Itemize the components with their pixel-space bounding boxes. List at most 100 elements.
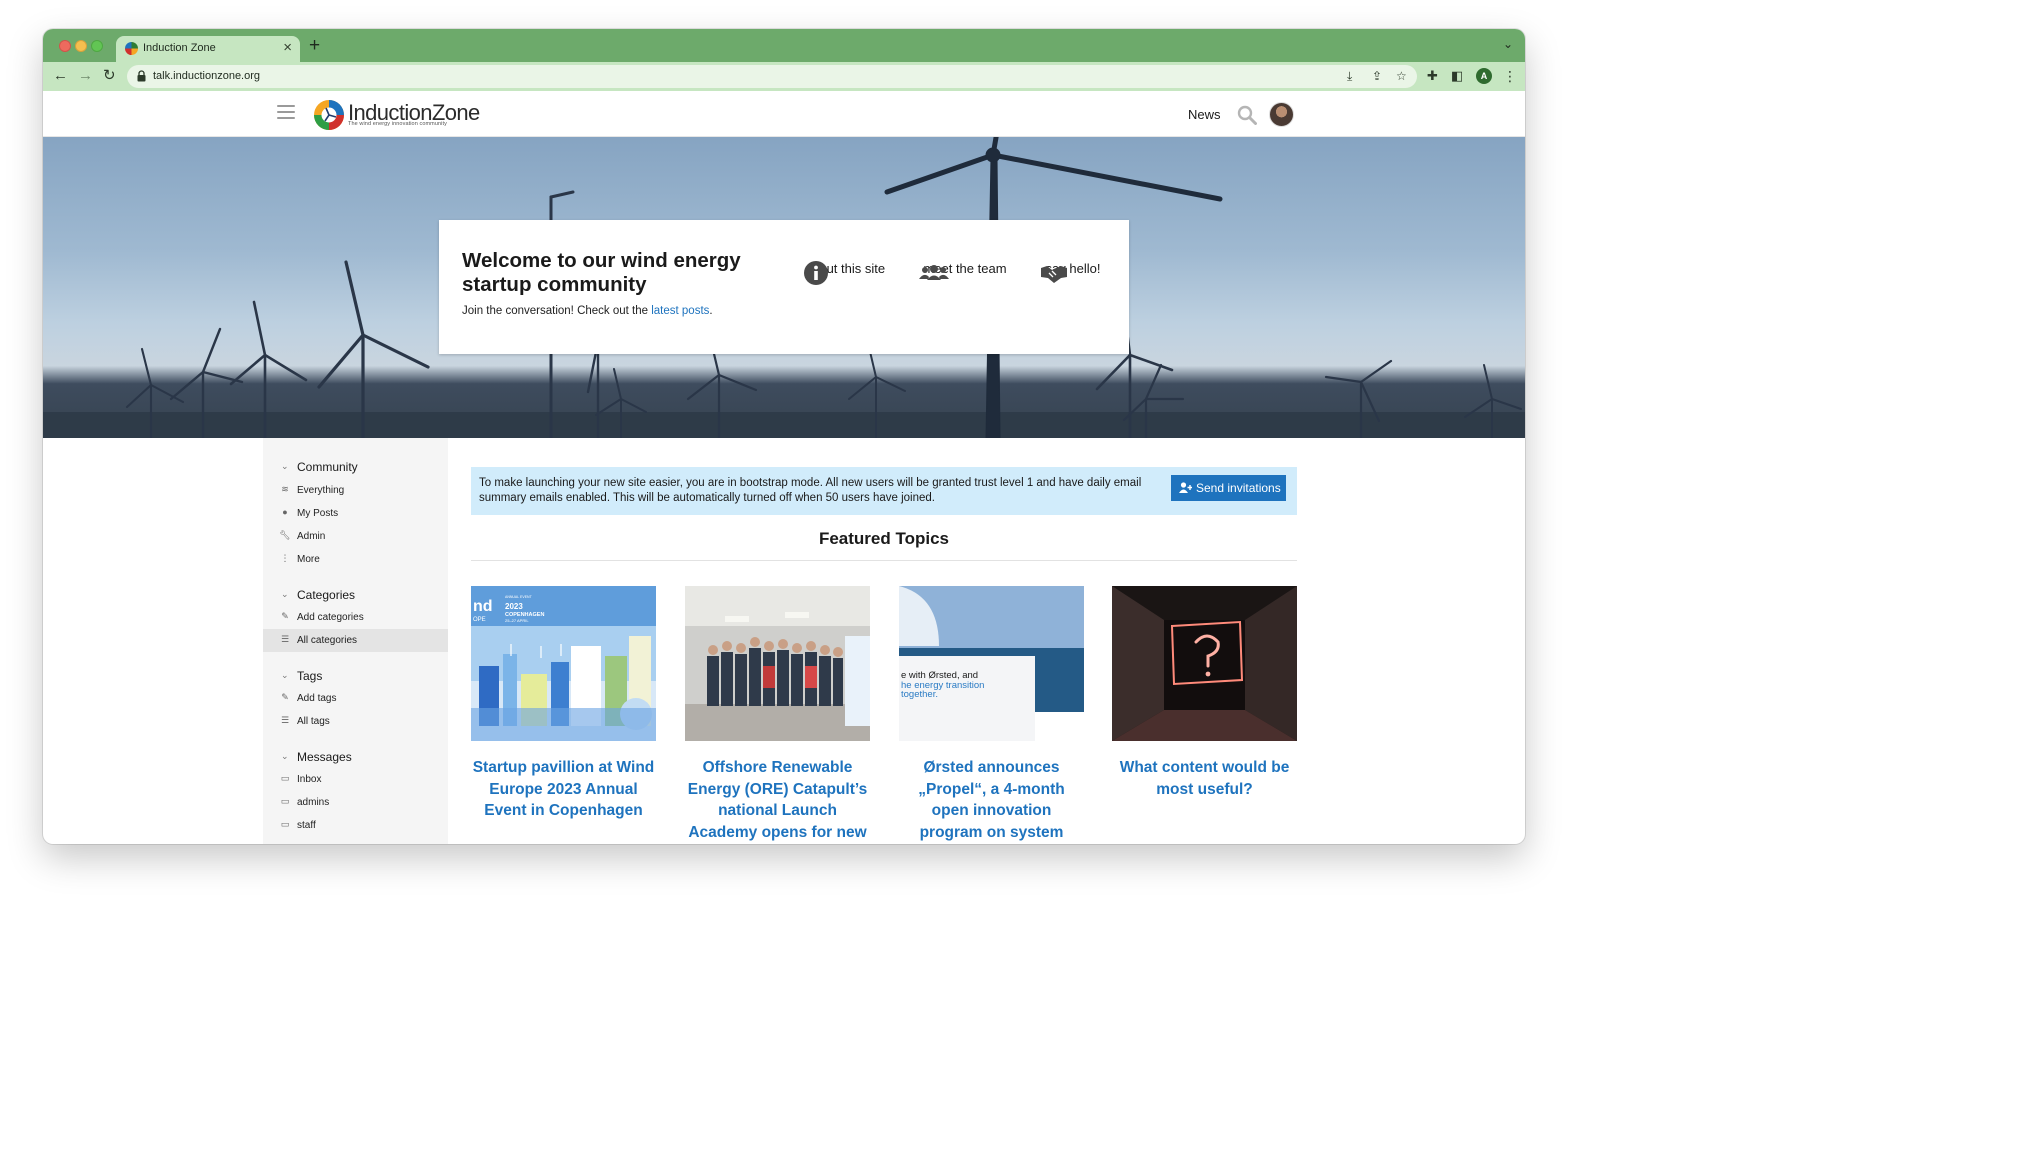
share-icon[interactable]: ⇪ [1372, 68, 1382, 84]
welcome-subtitle: Join the conversation! Check out the lat… [462, 305, 713, 317]
sidebar-section-title: Tags [297, 669, 323, 683]
user-plus-icon [1179, 482, 1192, 493]
sidebar-item-label: My Posts [297, 508, 339, 519]
divider [471, 560, 1297, 561]
sidebar-item-label: staff [297, 820, 316, 831]
user-avatar[interactable] [1269, 102, 1294, 127]
about-this-site-link[interactable]: about this site [803, 260, 887, 285]
topic-title[interactable]: Startup pavillion at Wind Europe 2023 An… [471, 757, 656, 822]
browser-window: Induction Zone × + ⌄ ← → ↻ talk.inductio… [43, 29, 1525, 844]
side-panel-icon[interactable]: ◧ [1451, 67, 1463, 85]
url-text: talk.inductionzone.org [153, 70, 261, 82]
address-bar[interactable]: talk.inductionzone.org ⤓ ⇪ ☆ [127, 65, 1417, 88]
sidebar-section-title: Categories [297, 588, 356, 602]
poster-text-nd: nd [473, 598, 493, 615]
browser-menu-icon[interactable]: ⋮ [1503, 67, 1517, 85]
sidebar-item-my-posts[interactable]: ● My Posts [263, 502, 448, 525]
sidebar: ⌄ Community ≋ Everything ● My Posts 🔧︎ A… [263, 438, 448, 844]
tab-search-chevron-icon[interactable]: ⌄ [1503, 37, 1513, 51]
sidebar-item-label: Add tags [297, 693, 337, 704]
info-icon [804, 261, 828, 285]
sidebar-item-all-tags[interactable]: ☰ All tags [263, 710, 448, 733]
induction-zone-logo-icon[interactable] [313, 99, 345, 131]
users-icon [919, 265, 949, 280]
topic-title[interactable]: Ørsted announces „Propel“, a 4-month ope… [899, 757, 1084, 844]
lock-icon [137, 70, 146, 82]
orsted-offshore-image: e with Ørsted, and he energy transition … [899, 586, 1084, 741]
sidebar-item-add-categories[interactable]: ✎ Add categories [263, 606, 448, 629]
inbox-icon: ▭ [280, 773, 290, 783]
featured-topic-card[interactable]: What content would be most useful? [1112, 586, 1297, 800]
latest-posts-link[interactable]: latest posts [651, 305, 709, 317]
sidebar-item-label: Inbox [297, 774, 322, 785]
new-tab-button[interactable]: + [309, 36, 320, 56]
say-hello-link[interactable]: say hello! [1039, 260, 1107, 283]
poster-text-dates: 25–27 APRIL [505, 618, 529, 623]
site-header: InductionZone The wind energy innovation… [43, 91, 1525, 137]
reload-icon[interactable]: ↻ [103, 67, 116, 85]
welcome-title: Welcome to our wind energy startup commu… [462, 249, 741, 296]
forward-arrow-icon[interactable]: → [78, 67, 93, 85]
topic-thumbnail [1112, 586, 1297, 741]
sidebar-section-title: Community [297, 460, 358, 474]
sidebar-item-admin[interactable]: 🔧︎ Admin [263, 525, 448, 548]
list-icon: ☰ [280, 715, 290, 725]
profile-avatar[interactable]: A [1476, 68, 1492, 84]
inbox-icon: ▭ [280, 819, 290, 829]
inbox-icon: ▭ [280, 796, 290, 806]
chevron-down-icon: ⌄ [281, 670, 289, 680]
browser-toolbar: ← → ↻ talk.inductionzone.org ⤓ ⇪ ☆ ✚ ◧ A… [43, 62, 1525, 91]
welcome-card: Welcome to our wind energy startup commu… [439, 220, 1129, 354]
hamburger-menu-icon[interactable] [277, 105, 295, 121]
ellipsis-icon: ⋮ [280, 553, 290, 563]
sidebar-item-everything[interactable]: ≋ Everything [263, 479, 448, 502]
hero-banner: Welcome to our wind energy startup commu… [43, 137, 1525, 438]
news-link[interactable]: News [1188, 107, 1221, 122]
logo-tagline: The wind energy innovation community [348, 121, 447, 127]
sidebar-item-label: More [297, 554, 320, 565]
meet-the-team-link[interactable]: meet the team [919, 260, 1011, 280]
featured-topic-card[interactable]: Offshore Renewable Energy (ORE) Catapult… [685, 586, 870, 844]
bookmark-star-icon[interactable]: ☆ [1396, 68, 1407, 84]
sidebar-item-label: Admin [297, 531, 326, 542]
extensions-puzzle-icon[interactable]: ✚ [1427, 67, 1438, 85]
topic-title[interactable]: Offshore Renewable Energy (ORE) Catapult… [685, 757, 870, 844]
minimize-window-button[interactable] [75, 40, 87, 52]
sidebar-item-more[interactable]: ⋮ More [263, 548, 448, 571]
poster-text-year: 2023 [505, 602, 523, 611]
sidebar-item-all-categories[interactable]: ☰ All categories [263, 629, 448, 652]
topic-thumbnail: e with Ørsted, and he energy transition … [899, 586, 1084, 741]
install-app-icon[interactable]: ⤓ [1347, 68, 1352, 84]
wrench-icon: 🔧︎ [279, 530, 291, 540]
sidebar-item-label: All tags [297, 716, 330, 727]
orsted-text-line-3: together. [901, 689, 938, 700]
featured-topic-card[interactable]: e with Ørsted, and he energy transition … [899, 586, 1084, 844]
sidebar-item-add-tags[interactable]: ✎ Add tags [263, 687, 448, 710]
maximize-window-button[interactable] [91, 40, 103, 52]
back-arrow-icon[interactable]: ← [53, 67, 68, 85]
close-window-button[interactable] [59, 40, 71, 52]
pencil-icon: ✎ [281, 611, 289, 621]
layers-icon: ≋ [281, 484, 289, 494]
welcome-subtitle-text: Join the conversation! Check out the [462, 305, 652, 317]
search-icon[interactable] [1237, 105, 1257, 125]
bootstrap-mode-notice: To make launching your new site easier, … [471, 467, 1297, 515]
sidebar-item-label: Everything [297, 485, 345, 496]
notice-text: To make launching your new site easier, … [479, 477, 1142, 504]
topic-title[interactable]: What content would be most useful? [1112, 757, 1297, 800]
send-invitations-label: Send invitations [1196, 481, 1281, 495]
chevron-down-icon: ⌄ [281, 461, 289, 471]
sidebar-item-label: admins [297, 797, 330, 808]
tab-close-icon[interactable]: × [283, 39, 292, 57]
sidebar-item-admins[interactable]: ▭ admins [263, 791, 448, 814]
question-mark-tunnel-image [1112, 586, 1297, 741]
welcome-subtitle-end: . [709, 305, 713, 317]
sidebar-item-staff[interactable]: ▭ staff [263, 814, 448, 837]
sidebar-item-inbox[interactable]: ▭ Inbox [263, 768, 448, 791]
topic-thumbnail [685, 586, 870, 741]
topic-thumbnail: nd 2023 COPENHAGEN 25–27 APRIL OPE ANNUA… [471, 586, 656, 741]
featured-topic-card[interactable]: nd 2023 COPENHAGEN 25–27 APRIL OPE ANNUA… [471, 586, 656, 822]
browser-tab[interactable]: Induction Zone × [116, 36, 300, 62]
group-photo-image [685, 586, 870, 741]
send-invitations-button[interactable]: Send invitations [1171, 475, 1286, 501]
